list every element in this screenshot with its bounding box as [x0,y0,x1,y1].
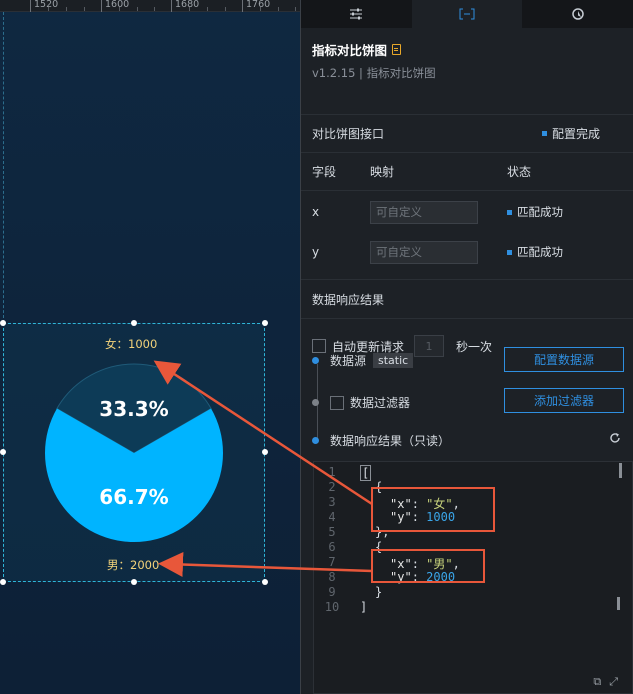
header-status: 状态 [507,165,532,179]
header-mapping: 映射 [370,165,395,179]
tab-style[interactable] [301,0,412,28]
header-field: 字段 [312,165,337,179]
settings-sliders-icon [350,8,363,20]
step-dot-icon [312,437,319,444]
field-name: y [312,245,320,259]
component-title: 指标对比饼图 [312,40,622,59]
label-female: 女：1000 [105,337,157,351]
title-text: 指标对比饼图 [312,43,388,58]
interval-input[interactable]: 1 [414,335,445,357]
component-version: v1.2.15 | 指标对比饼图 [312,66,436,80]
config-status: 配置完成 [541,125,600,142]
field-row-y: y 可自定义 匹配成功 [301,232,633,272]
pct-male: 66.7% [99,485,168,509]
mapping-input-y[interactable]: 可自定义 [370,240,478,264]
datasource-tag: static [373,353,414,368]
tab-data[interactable] [411,0,523,28]
pie-chart: 女：1000 33.3% 66.7% 男：2000 [45,337,224,572]
code-line: }, [375,525,390,539]
field-table-header: 字段 映射 状态 [301,153,633,191]
code-line: { [375,540,383,554]
response-section-title: 数据响应结果 [301,279,633,319]
interface-row: 对比饼图接口 配置完成 [301,115,633,153]
step-filter: 数据过滤器 [312,394,410,411]
step-datasource: 数据源 static [312,352,414,369]
code-scrollbar-thumb[interactable] [617,597,620,610]
response-readonly-label: 数据响应结果（只读） [330,434,451,448]
data-bracket-icon [459,8,475,20]
copy-icon[interactable]: ⧉ [593,675,601,689]
status-square-icon [507,249,512,255]
step-dot-icon [312,399,319,406]
filter-label: 数据过滤器 [350,396,411,410]
refresh-icon[interactable] [608,431,622,445]
code-scrollbar[interactable] [619,463,622,478]
config-datasource-button[interactable]: 配置数据源 [504,347,624,372]
response-code-viewer[interactable]: 1 2 3 4 5 6 7 8 9 10 [ { "x": "女", "y": … [313,461,633,694]
component-header: 指标对比饼图 v1.2.15 | 指标对比饼图 [301,28,633,115]
code-line: { [375,480,383,494]
step-dot-icon [312,357,319,364]
panel-tabs [301,0,633,28]
status-square-icon [541,131,547,136]
auto-update-checkbox[interactable] [312,339,326,353]
interface-label: 对比饼图接口 [312,127,385,141]
filter-checkbox[interactable] [330,395,344,410]
status-square-icon [507,209,512,215]
code-line: "y": 1000 [390,510,456,524]
fullscreen-icon[interactable]: ⤢ [609,675,618,689]
code-line: [ [360,465,372,481]
document-icon[interactable] [392,44,402,55]
match-status: 匹配成功 [507,244,563,260]
datasource-label: 数据源 [330,354,367,368]
label-male: 男：2000 [107,558,159,572]
tab-interaction[interactable] [522,0,633,28]
interaction-icon [571,8,584,20]
step-response: 数据响应结果（只读） [312,432,450,449]
match-status: 匹配成功 [507,204,563,220]
field-name: x [312,205,320,219]
interval-unit: 秒一次 [456,339,493,354]
code-line: } [375,585,383,599]
mapping-input-x[interactable]: 可自定义 [370,200,478,224]
code-toolbar: ⧉ ⤢ [593,675,618,689]
add-filter-button[interactable]: 添加过滤器 [504,388,624,413]
code-line: "y": 2000 [390,570,456,584]
pct-female: 33.3% [99,397,168,421]
field-row-x: x 可自定义 匹配成功 [301,192,633,232]
code-line: ] [360,600,368,614]
editor-canvas[interactable]: 1520 1600 1680 1760 女：1000 33.3% 66.7% 男… [0,0,301,694]
